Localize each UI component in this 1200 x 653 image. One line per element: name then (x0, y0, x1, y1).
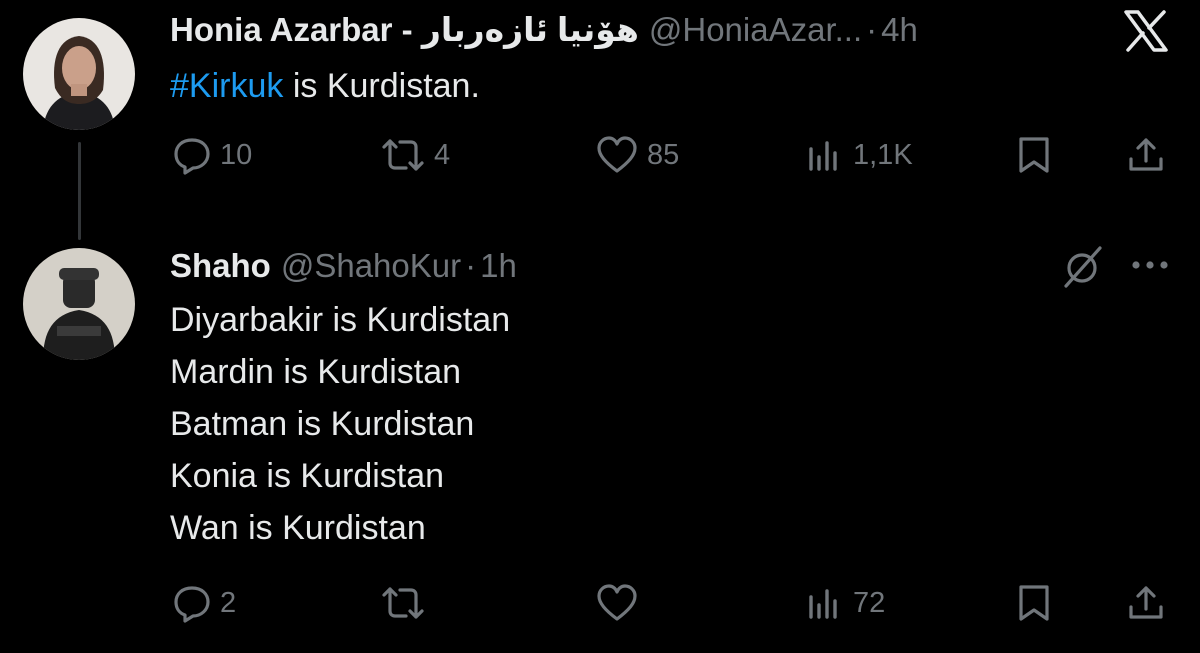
reply-line: Wan is Kurdistan (170, 509, 426, 547)
like-button[interactable]: 85 (595, 135, 679, 175)
reply-retweet-button[interactable] (380, 583, 434, 623)
retweet-button[interactable]: 4 (380, 135, 450, 175)
views-icon (805, 135, 845, 175)
retweet-icon (380, 583, 426, 623)
views-count: 1,1K (853, 138, 913, 171)
reply-bookmark-button[interactable] (1016, 583, 1052, 623)
retweet-count: 4 (434, 138, 451, 171)
reply-line: Mardin is Kurdistan (170, 353, 462, 391)
heart-icon (595, 135, 639, 175)
share-icon (1126, 583, 1166, 623)
share-icon (1126, 135, 1166, 175)
author-name[interactable]: Honia Azarbar - هۆنیا ئازەربار (170, 10, 639, 50)
reply-time[interactable]: 1h (480, 246, 517, 286)
tweet-header: Honia Azarbar - هۆنیا ئازەربار @HoniaAza… (170, 10, 918, 50)
bookmark-icon (1016, 583, 1052, 623)
reply-count: 10 (220, 138, 253, 171)
bookmark-button[interactable] (1016, 135, 1052, 175)
reply-views-count: 72 (853, 586, 886, 619)
reply-line: Konia is Kurdistan (170, 457, 445, 495)
hashtag-link[interactable]: #Kirkuk (170, 67, 283, 105)
like-count: 85 (647, 138, 680, 171)
thread-connector-line (78, 142, 81, 240)
views-button[interactable]: 1,1K (805, 135, 913, 175)
reply-author-handle[interactable]: @ShahoKur (281, 246, 461, 286)
tweet-time[interactable]: 4h (881, 10, 918, 50)
bookmark-icon (1016, 135, 1052, 175)
reply-icon (172, 135, 212, 175)
reply-author-name[interactable]: Shaho (170, 246, 271, 286)
reply-line: Diyarbakir is Kurdistan (170, 301, 511, 339)
more-icon[interactable] (1130, 258, 1172, 272)
separator-dot: · (465, 247, 477, 284)
avatar-honia[interactable] (23, 18, 135, 130)
reply-text: Diyarbakir is Kurdistan Mardin is Kurdis… (170, 294, 510, 554)
reply-line: Batman is Kurdistan (170, 405, 475, 443)
separator-dot: · (866, 11, 878, 48)
grok-icon[interactable] (1060, 244, 1106, 290)
reply-reply-button[interactable]: 2 (172, 583, 236, 623)
reply-button[interactable]: 10 (172, 135, 252, 175)
reply-share-button[interactable] (1126, 583, 1166, 623)
avatar-shaho[interactable] (23, 248, 135, 360)
reply-header: Shaho @ShahoKur · 1h (170, 246, 517, 286)
reply-like-button[interactable] (595, 583, 647, 623)
reply-reply-count: 2 (220, 586, 237, 619)
views-icon (805, 583, 845, 623)
retweet-icon (380, 135, 426, 175)
author-handle[interactable]: @HoniaAzar... (649, 10, 862, 50)
heart-icon (595, 583, 639, 623)
share-button[interactable] (1126, 135, 1166, 175)
tweet-text-rest: is Kurdistan. (283, 67, 480, 105)
tweet-text: #Kirkuk is Kurdistan. (170, 60, 480, 112)
x-logo-icon (1124, 10, 1168, 52)
reply-icon (172, 583, 212, 623)
reply-views-button[interactable]: 72 (805, 583, 885, 623)
